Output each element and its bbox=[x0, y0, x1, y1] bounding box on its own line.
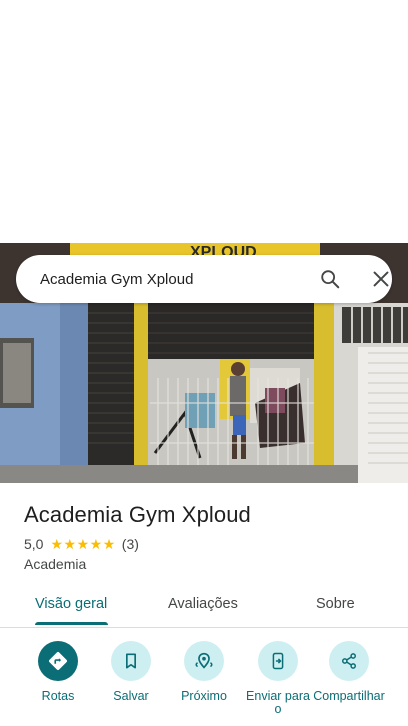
place-category: Academia bbox=[24, 556, 87, 572]
tab-reviews[interactable]: Avaliações bbox=[168, 596, 238, 612]
directions-icon bbox=[38, 641, 78, 681]
tab-bar: Visão geral Avaliações Sobre bbox=[0, 586, 408, 628]
star-icon: ★ bbox=[50, 536, 64, 552]
save-label: Salvar bbox=[113, 689, 149, 703]
rating-row[interactable]: 5,0 ★ ★ ★ ★ ★ (3) bbox=[24, 536, 139, 552]
nearby-button[interactable]: Próximo bbox=[164, 641, 244, 703]
nearby-icon bbox=[184, 641, 224, 681]
directions-label: Rotas bbox=[41, 689, 75, 703]
star-icon: ★ bbox=[63, 536, 77, 552]
send-to-phone-button[interactable]: Enviar para o bbox=[238, 641, 318, 716]
place-title: Academia Gym Xploud bbox=[24, 502, 251, 527]
bookmark-icon bbox=[111, 641, 151, 681]
tab-about[interactable]: Sobre bbox=[316, 596, 355, 612]
tab-overview[interactable]: Visão geral bbox=[35, 596, 107, 612]
nearby-label: Próximo bbox=[181, 689, 227, 703]
star-icon: ★ bbox=[102, 536, 116, 552]
save-button[interactable]: Salvar bbox=[91, 641, 171, 703]
rating-value: 5,0 bbox=[24, 536, 44, 552]
star-icon: ★ bbox=[76, 536, 90, 552]
directions-button[interactable]: Rotas bbox=[18, 641, 98, 703]
tab-indicator bbox=[35, 622, 108, 625]
search-icon[interactable] bbox=[318, 267, 342, 291]
action-buttons: Rotas Salvar Próximo Enviar para o Compa… bbox=[0, 641, 408, 726]
rating-stars: ★ ★ ★ ★ ★ bbox=[50, 537, 115, 551]
share-button[interactable]: Compartilhar bbox=[309, 641, 389, 703]
close-icon[interactable] bbox=[369, 267, 393, 291]
star-icon: ★ bbox=[89, 536, 103, 552]
send-to-phone-icon bbox=[258, 641, 298, 681]
share-icon bbox=[329, 641, 369, 681]
review-count[interactable]: (3) bbox=[122, 536, 139, 552]
share-label: Compartilhar bbox=[313, 689, 385, 703]
search-bar[interactable]: Academia Gym Xploud bbox=[16, 255, 392, 303]
send-to-phone-label: Enviar para o bbox=[246, 689, 310, 716]
